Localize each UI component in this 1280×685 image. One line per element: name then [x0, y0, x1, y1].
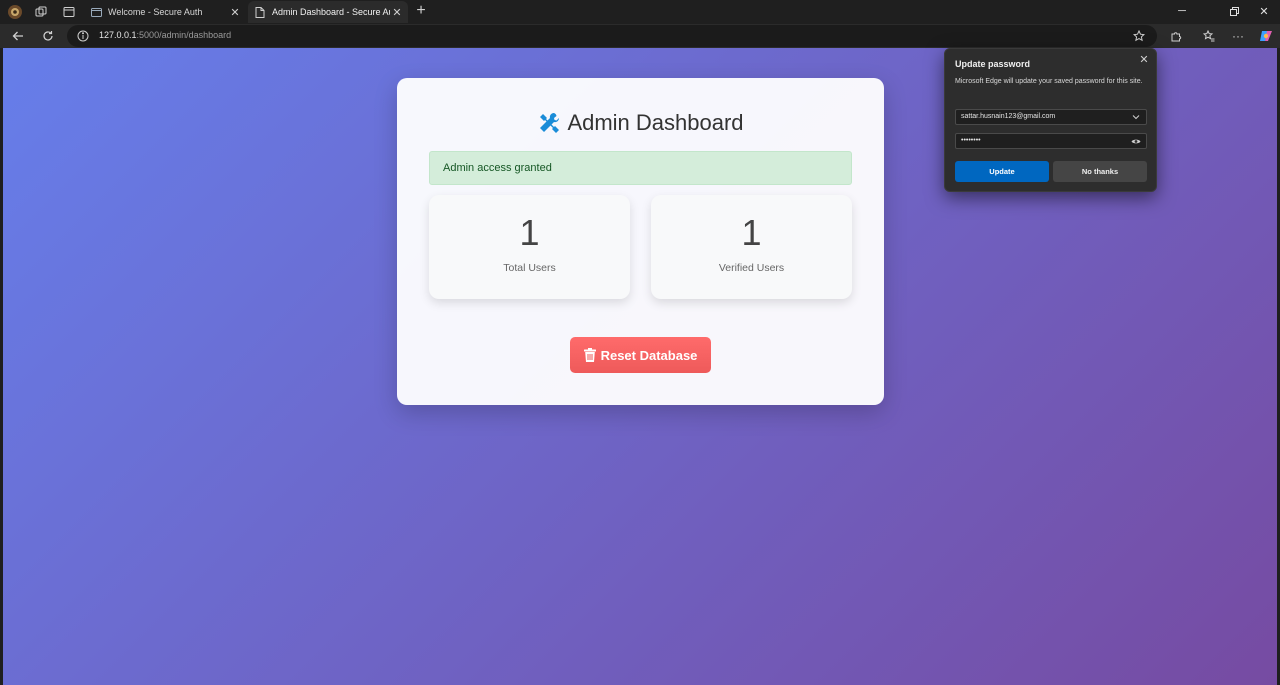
update-button[interactable]: Update	[955, 161, 1049, 182]
profile-avatar-icon[interactable]	[6, 3, 24, 21]
update-password-popup: Update password ✕ Microsoft Edge will up…	[944, 48, 1157, 192]
reset-database-button[interactable]: Reset Database	[570, 337, 711, 373]
favorites-icon[interactable]	[1200, 27, 1218, 45]
trash-icon	[583, 348, 596, 362]
stat-card-total-users: 1 Total Users	[429, 195, 630, 299]
success-alert: Admin access granted	[429, 151, 852, 185]
extensions-icon[interactable]	[1167, 27, 1185, 45]
refresh-icon[interactable]	[39, 27, 57, 45]
tab-bar: Welcome - Secure Auth ✕ Admin Dashboard …	[0, 0, 1280, 24]
stat-label: Verified Users	[718, 262, 785, 274]
browser-toolbar: 127.0.0.1:5000/admin/dashboard ···	[0, 24, 1280, 48]
username-value: sattar.husnain123@gmail.com	[961, 113, 1056, 120]
favorite-star-icon[interactable]	[1132, 29, 1147, 43]
username-select[interactable]: sattar.husnain123@gmail.com	[955, 109, 1147, 125]
copilot-icon[interactable]	[1257, 27, 1275, 45]
chevron-down-icon	[1131, 112, 1141, 122]
close-tab-icon[interactable]: ✕	[228, 5, 242, 19]
workspaces-icon[interactable]	[32, 3, 50, 21]
tab-welcome[interactable]: Welcome - Secure Auth ✕	[84, 1, 246, 23]
stat-value: 1	[741, 212, 762, 253]
close-tab-icon[interactable]: ✕	[390, 5, 404, 19]
password-value: ••••••••	[961, 137, 981, 144]
stat-value: 1	[519, 212, 540, 253]
back-icon[interactable]	[9, 27, 27, 45]
page-title-text: Admin Dashboard	[567, 110, 744, 135]
tab-actions-icon[interactable]	[60, 3, 78, 21]
restore-icon[interactable]	[1224, 2, 1244, 20]
address-bar[interactable]: 127.0.0.1:5000/admin/dashboard	[67, 25, 1157, 47]
url-text: 127.0.0.1:5000/admin/dashboard	[99, 30, 231, 40]
popup-description: Microsoft Edge will update your saved pa…	[955, 78, 1143, 85]
minimize-icon[interactable]: ─	[1172, 2, 1192, 20]
url-host: 127.0.0.1	[99, 30, 137, 40]
reset-button-label: Reset Database	[600, 347, 698, 363]
password-field[interactable]: ••••••••	[955, 133, 1147, 149]
close-icon[interactable]: ✕	[1138, 53, 1150, 66]
document-icon	[254, 6, 266, 18]
tab-admin-dashboard[interactable]: Admin Dashboard - Secure Auth ✕	[248, 1, 408, 23]
tab-title: Welcome - Secure Auth	[108, 7, 203, 17]
page-title: Admin Dashboard	[397, 110, 884, 136]
popup-title: Update password	[955, 59, 1031, 69]
no-thanks-button[interactable]: No thanks	[1053, 161, 1147, 182]
close-window-icon[interactable]: ✕	[1254, 2, 1274, 20]
stat-card-verified-users: 1 Verified Users	[651, 195, 852, 299]
tools-icon	[537, 111, 561, 135]
site-info-icon[interactable]	[77, 29, 91, 43]
page-icon	[90, 6, 102, 18]
tab-title: Admin Dashboard - Secure Auth	[272, 7, 390, 17]
more-menu-icon[interactable]: ···	[1229, 27, 1247, 45]
new-tab-button[interactable]: +	[412, 2, 430, 20]
eye-icon[interactable]	[1131, 136, 1141, 146]
dashboard-card: Admin Dashboard Admin access granted 1 T…	[397, 78, 884, 405]
stat-label: Total Users	[503, 262, 556, 274]
url-path: :5000/admin/dashboard	[136, 30, 232, 40]
